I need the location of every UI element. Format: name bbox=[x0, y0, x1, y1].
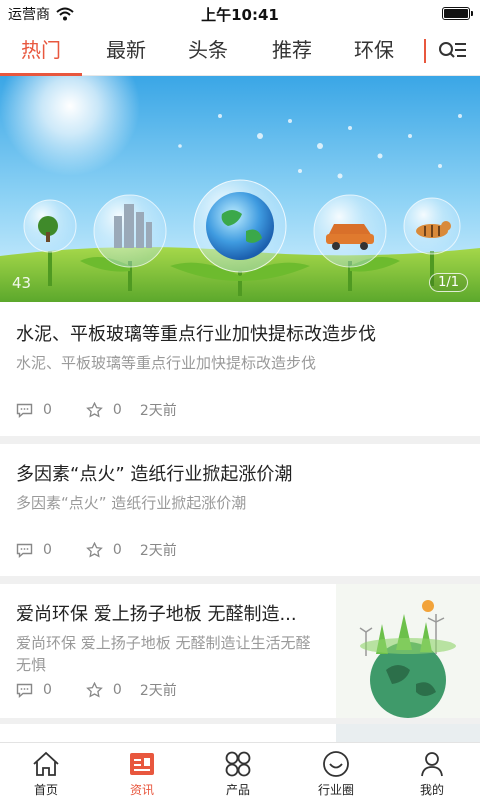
industry-circle-icon bbox=[323, 751, 349, 777]
article-title: 爱尚环保 爱上扬子地板 无醛制造... bbox=[16, 604, 297, 625]
nav-industry-circle[interactable]: 行业圈 bbox=[296, 743, 376, 800]
section-divider bbox=[0, 576, 480, 584]
tab-latest[interactable]: 最新 bbox=[86, 26, 166, 76]
like-count: 0 bbox=[112, 682, 122, 698]
home-icon bbox=[33, 751, 59, 776]
comment-icon bbox=[16, 403, 33, 418]
list-search-icon[interactable] bbox=[438, 38, 468, 64]
section-divider bbox=[0, 436, 480, 444]
hero-banner[interactable]: 43 1/1 bbox=[0, 76, 480, 302]
article-item[interactable]: 多因素“点火” 造纸行业掀起涨价潮 多因素“点火” 造纸行业掀起涨价潮 0 0 … bbox=[0, 444, 480, 576]
like-count: 0 bbox=[112, 402, 122, 418]
eco-globe-image bbox=[336, 584, 480, 718]
nav-home-label: 首页 bbox=[33, 783, 58, 797]
battery-icon bbox=[442, 7, 473, 20]
article-item[interactable]: 爱尚环保 爱上扬子地板 无醛制造... 爱尚环保 爱上扬子地板 无醛制造让生活无… bbox=[0, 584, 480, 718]
article-summary: 爱尚环保 爱上扬子地板 无醛制造让生活无醛无惧 bbox=[16, 634, 311, 674]
tab-recommended[interactable]: 推荐 bbox=[252, 26, 332, 76]
article-meta: 0 0 2天前 bbox=[16, 400, 177, 420]
category-tabs: 热门 最新 头条 推荐 环保 bbox=[0, 26, 480, 76]
tabs-divider bbox=[424, 39, 426, 63]
article-title: 多因素“点火” 造纸行业掀起涨价潮 bbox=[16, 464, 293, 485]
article-title: 水泥、平板玻璃等重点行业加快提标改造步伐 bbox=[16, 324, 376, 345]
star-icon[interactable] bbox=[86, 682, 103, 698]
profile-icon bbox=[421, 752, 443, 777]
nav-profile-label: 我的 bbox=[419, 783, 444, 797]
like-count: 0 bbox=[112, 542, 122, 558]
nav-products[interactable]: 产品 bbox=[198, 743, 278, 800]
article-item[interactable]: 水泥、平板玻璃等重点行业加快提标改造步伐 水泥、平板玻璃等重点行业加快提标改造步… bbox=[0, 302, 480, 436]
nav-news-label: 资讯 bbox=[129, 783, 154, 797]
comment-count: 0 bbox=[43, 682, 52, 698]
nav-industry-circle-label: 行业圈 bbox=[317, 783, 354, 797]
nav-news[interactable]: 资讯 bbox=[102, 743, 182, 800]
comment-icon bbox=[16, 543, 33, 558]
nav-products-label: 产品 bbox=[225, 783, 250, 797]
products-icon bbox=[225, 751, 251, 777]
star-icon[interactable] bbox=[86, 402, 103, 418]
article-summary: 水泥、平板玻璃等重点行业加快提标改造步伐 bbox=[16, 354, 317, 372]
tab-hot[interactable]: 热门 bbox=[0, 26, 82, 76]
article-thumbnail bbox=[336, 584, 480, 718]
hero-image bbox=[0, 76, 480, 302]
article-meta: 0 0 2天前 bbox=[16, 680, 177, 700]
comment-icon bbox=[16, 683, 33, 698]
star-icon[interactable] bbox=[86, 542, 103, 558]
nav-profile[interactable]: 我的 bbox=[392, 743, 472, 800]
article-time: 2天前 bbox=[139, 403, 177, 419]
article-time: 2天前 bbox=[139, 683, 177, 699]
comment-count: 0 bbox=[43, 542, 52, 558]
battery-fill bbox=[444, 9, 468, 18]
tab-headlines[interactable]: 头条 bbox=[168, 26, 248, 76]
status-bar: 运营商 上午10:41 bbox=[0, 0, 480, 26]
status-time: 上午10:41 bbox=[201, 6, 279, 24]
comment-count: 0 bbox=[43, 402, 52, 418]
nav-home[interactable]: 首页 bbox=[6, 743, 86, 800]
next-article-thumbnail bbox=[336, 724, 480, 742]
hero-page-indicator: 1/1 bbox=[429, 273, 468, 292]
bottom-navigation: 首页 资讯 产品 行业圈 我的 bbox=[0, 742, 480, 800]
news-icon bbox=[130, 753, 154, 775]
article-summary: 多因素“点火” 造纸行业掀起涨价潮 bbox=[16, 494, 247, 512]
tab-environment[interactable]: 环保 bbox=[334, 26, 414, 76]
hero-count: 43 bbox=[12, 274, 32, 292]
article-meta: 0 0 2天前 bbox=[16, 540, 177, 560]
article-time: 2天前 bbox=[139, 543, 177, 559]
